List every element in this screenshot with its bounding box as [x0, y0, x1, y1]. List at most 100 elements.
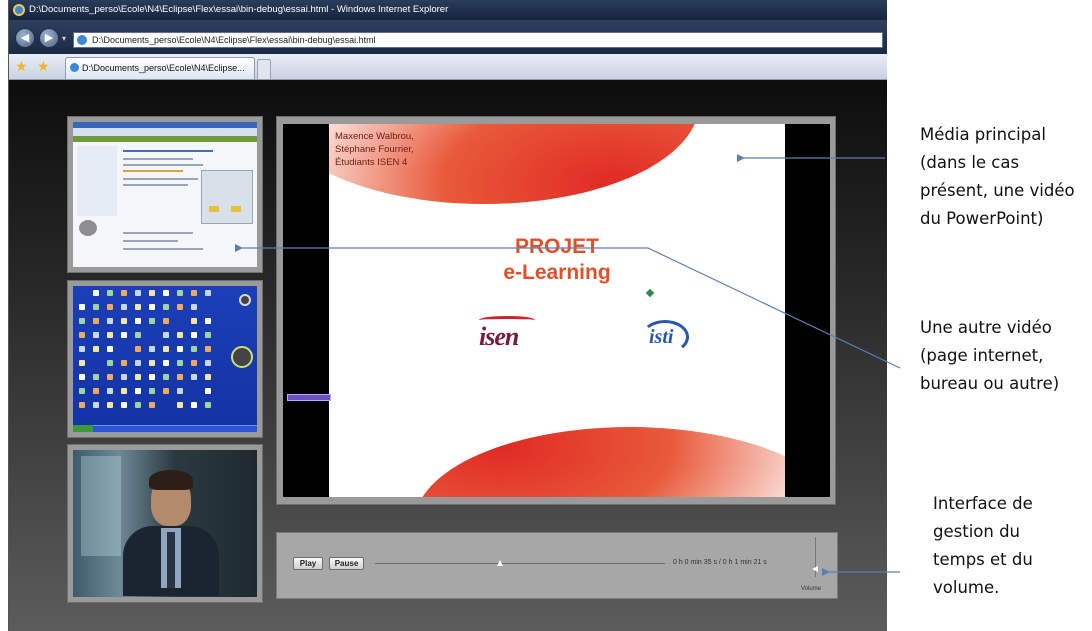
seek-thumb[interactable]	[496, 560, 503, 566]
desktop-icon	[177, 290, 183, 296]
window-titlebar: D:\Documents_perso\Ecole\N4\Eclipse\Flex…	[9, 0, 887, 20]
address-bar[interactable]: D:\Documents_perso\Ecole\N4\Eclipse\Flex…	[73, 32, 883, 48]
main-media-panel: Maxence Walbrou, Stéphane Fourrier, Étud…	[276, 116, 836, 505]
desktop-icon	[107, 304, 113, 310]
desktop-icon	[107, 402, 113, 408]
desktop-icon	[135, 290, 141, 296]
thumbnail-webpage[interactable]	[67, 116, 263, 273]
desktop-icon	[107, 374, 113, 380]
new-tab-button[interactable]	[257, 59, 271, 79]
seek-bar[interactable]	[375, 563, 665, 564]
address-text: D:\Documents_perso\Ecole\N4\Eclipse\Flex…	[92, 35, 376, 45]
back-arrow-icon[interactable]: ◀	[15, 28, 35, 48]
desktop-icon	[149, 304, 155, 310]
gadget-icon	[239, 294, 251, 306]
preview-sidebar	[77, 146, 117, 216]
desktop-icon	[205, 332, 211, 338]
slide-swoosh-bottom	[415, 427, 785, 497]
tab-label: D:\Documents_perso\Ecole\N4\Eclipse...	[82, 63, 245, 73]
author-line: Maxence Walbrou,	[335, 131, 414, 142]
desktop-icon	[93, 318, 99, 324]
screenshot: D:\Documents_perso\Ecole\N4\Eclipse\Flex…	[0, 0, 1092, 631]
desktop-icon	[205, 374, 211, 380]
preview-toolbar	[73, 128, 257, 136]
desktop-icon	[79, 360, 85, 366]
figure-hair	[149, 470, 193, 490]
desktop-icon	[205, 346, 211, 352]
desktop-icon	[163, 374, 169, 380]
star-icon[interactable]: ★	[15, 59, 28, 73]
desktop-icon	[177, 388, 183, 394]
isti-logo: isti	[649, 326, 674, 348]
desktop-icon	[205, 360, 211, 366]
navigation-bar: ◀ ▶ ▾ D:\Documents_perso\Ecole\N4\Eclips…	[9, 20, 887, 54]
desktop-icon	[121, 360, 127, 366]
desktop-icon	[205, 402, 211, 408]
page-icon	[70, 63, 79, 72]
figure-tie	[167, 532, 175, 588]
preview-line	[123, 184, 188, 186]
window-title: D:\Documents_perso\Ecole\N4\Eclipse\Flex…	[29, 4, 449, 15]
browser-window: D:\Documents_perso\Ecole\N4\Eclipse\Flex…	[8, 0, 887, 631]
desktop-icon	[107, 332, 113, 338]
annotation-other-video: Une autre vidéo (page internet, bureau o…	[920, 318, 1060, 393]
time-volume-controls: Play Pause 0 h 0 min 35 s / 0 h 1 min 21…	[276, 532, 838, 599]
desktop-icon	[191, 346, 197, 352]
desktop-icon	[191, 318, 197, 324]
desktop-icon	[177, 332, 183, 338]
desktop-icon	[79, 346, 85, 352]
desktop-icon	[177, 402, 183, 408]
preview-line	[123, 232, 193, 234]
desktop-icon	[135, 388, 141, 394]
desktop-icon	[205, 318, 211, 324]
author-line: Stéphane Fourrier,	[335, 144, 414, 155]
clock-gadget-icon	[231, 346, 253, 368]
desktop-icon	[149, 360, 155, 366]
desktop-icon	[93, 290, 99, 296]
desktop-icon	[79, 388, 85, 394]
preview-button	[231, 206, 241, 212]
taskbar	[73, 425, 257, 432]
desktop-icon	[107, 360, 113, 366]
desktop-icon	[93, 374, 99, 380]
caption-chip	[287, 394, 331, 401]
desktop-icon	[149, 388, 155, 394]
main-video[interactable]: Maxence Walbrou, Stéphane Fourrier, Étud…	[283, 124, 830, 497]
desktop-icon	[191, 402, 197, 408]
preview-line	[123, 158, 193, 160]
tab-bar: ★ ★ D:\Documents_perso\Ecole\N4\Eclipse.…	[9, 54, 887, 80]
preview-dialog	[201, 170, 253, 224]
preview-image	[79, 220, 97, 236]
desktop-icon	[149, 290, 155, 296]
history-dropdown-icon[interactable]: ▾	[62, 34, 66, 43]
tab-essai[interactable]: D:\Documents_perso\Ecole\N4\Eclipse...	[65, 57, 255, 79]
desktop-icon	[177, 304, 183, 310]
desktop-icon	[177, 360, 183, 366]
desktop-icon	[191, 290, 197, 296]
slide-title-line: e-Learning	[503, 261, 611, 284]
play-button[interactable]: Play	[293, 557, 323, 570]
desktop-icon	[135, 304, 141, 310]
film-frame	[73, 450, 257, 597]
volume-thumb[interactable]	[812, 566, 818, 572]
desktop-icon	[163, 388, 169, 394]
forward-arrow-icon[interactable]: ▶	[39, 28, 59, 48]
desktop-icon	[121, 318, 127, 324]
desktop-icon	[107, 388, 113, 394]
desktop-icon	[191, 304, 197, 310]
desktop-icon	[107, 346, 113, 352]
preview-line	[123, 178, 198, 180]
author-line: Étudiants ISEN 4	[335, 157, 408, 168]
pause-button[interactable]: Pause	[329, 557, 364, 570]
desktop-icon	[135, 374, 141, 380]
add-favorite-icon[interactable]: ★	[37, 59, 50, 73]
ie-logo-icon	[13, 4, 25, 16]
desktop-icon	[177, 374, 183, 380]
desktop-icon	[135, 332, 141, 338]
annotation-main-media: Média principal (dans le cas présent, un…	[920, 125, 1075, 228]
thumbnail-desktop[interactable]	[67, 280, 263, 438]
desktop-icon	[93, 346, 99, 352]
thumbnail-film[interactable]	[67, 444, 263, 603]
desktop-icon	[163, 332, 169, 338]
desktop-icon	[79, 402, 85, 408]
